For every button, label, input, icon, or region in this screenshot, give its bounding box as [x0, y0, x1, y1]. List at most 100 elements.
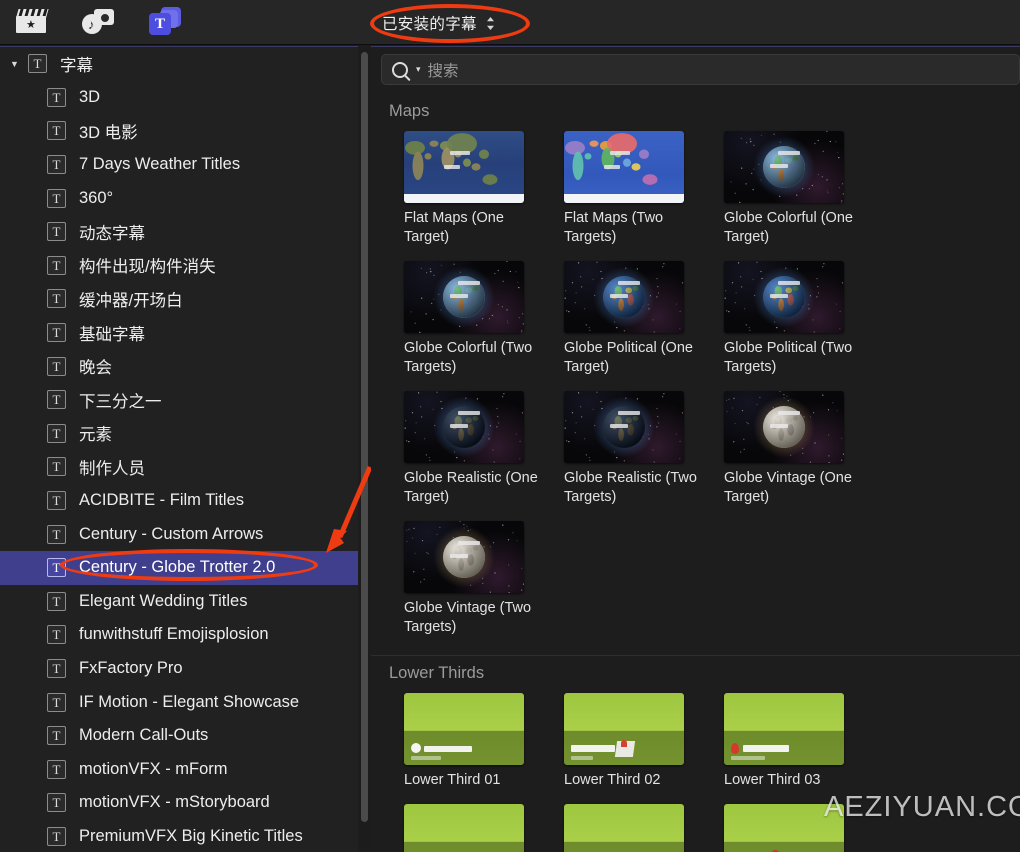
- sidebar-item[interactable]: T FxFactory Pro: [0, 652, 358, 686]
- preset-label: Globe Political (Two Targets): [724, 340, 853, 375]
- sidebar-item[interactable]: T ACIDBITE - Film Titles: [0, 484, 358, 518]
- titles-generators-browser-icon[interactable]: T: [148, 5, 182, 37]
- sidebar-item-label: 下三分之一: [79, 392, 162, 411]
- sidebar-item[interactable]: Tfunwithstuff Emojisplosion: [0, 618, 358, 652]
- fcp-browser-window: ★ ♪ T 已安装的字幕 ▼ T 字幕 T 3D T 3D 电影 T 7 Days Wea…: [0, 0, 1020, 852]
- sidebar-item-label: Century - Globe Trotter 2.0: [79, 558, 276, 577]
- title-icon: T: [47, 87, 66, 107]
- sidebar-item-label: 晚会: [79, 359, 112, 378]
- preset-label: Globe Vintage (Two Targets): [404, 600, 532, 635]
- preset-label: Lower Third 03: [724, 772, 821, 788]
- titles-category-sidebar[interactable]: ▼ T 字幕 T 3D T 3D 电影 T 7 Days Weather Titles T 3…: [0, 46, 358, 852]
- title-icon: T: [47, 692, 66, 712]
- title-icon: T: [47, 826, 66, 846]
- preset-thumbnail[interactable]: [564, 261, 684, 333]
- sidebar-item[interactable]: T 7 Days Weather Titles: [0, 148, 358, 182]
- sidebar-item[interactable]: T Elegant Wedding Titles: [0, 585, 358, 619]
- section-header: Maps: [389, 102, 430, 120]
- sidebar-item[interactable]: T 3D: [0, 81, 358, 115]
- title-preset-item[interactable]: Lower Third 01: [404, 693, 564, 790]
- preset-thumbnail[interactable]: [564, 693, 684, 765]
- title-icon: T: [47, 524, 66, 544]
- sidebar-item[interactable]: T 360°: [0, 181, 358, 215]
- title-icon: T: [47, 591, 66, 611]
- title-preset-item[interactable]: Globe Political (One Target): [564, 261, 724, 377]
- search-field[interactable]: ▾ 搜索: [381, 54, 1020, 85]
- title-preset-item[interactable]: Globe Political (Two Targets): [724, 261, 884, 377]
- sidebar-item-label: motionVFX - mStoryboard: [79, 793, 270, 812]
- preset-thumbnail[interactable]: [724, 693, 844, 765]
- preset-thumbnail[interactable]: [404, 693, 524, 765]
- installed-titles-dropdown[interactable]: 已安装的字幕: [382, 11, 495, 35]
- preset-thumbnail[interactable]: [724, 261, 844, 333]
- preset-thumbnail[interactable]: [404, 261, 524, 333]
- sidebar-item[interactable]: T 动态字幕: [0, 215, 358, 249]
- sidebar-scrollbar[interactable]: [360, 48, 369, 848]
- preset-label: Lower Third 02: [564, 772, 661, 788]
- sidebar-root-titles[interactable]: ▼ T 字幕: [0, 47, 358, 81]
- sidebar-item[interactable]: T Century - Globe Trotter 2.0: [0, 550, 358, 585]
- title-icon: T: [47, 255, 66, 275]
- chevron-down-icon[interactable]: ▾: [416, 64, 421, 75]
- title-preset-item[interactable]: Flat Maps (One Target): [404, 131, 564, 247]
- preset-label: Globe Realistic (Two Targets): [564, 470, 697, 505]
- sidebar-item-label: 3D 电影: [79, 123, 138, 142]
- chevron-up-down-icon: [486, 16, 495, 31]
- preset-thumbnail[interactable]: [724, 131, 844, 203]
- title-preset-item[interactable]: Globe Realistic (Two Targets): [564, 391, 724, 507]
- title-preset-item[interactable]: Globe Colorful (Two Targets): [404, 261, 564, 377]
- sidebar-item[interactable]: T Century - Custom Arrows: [0, 517, 358, 551]
- preset-thumbnail[interactable]: [404, 521, 524, 593]
- preset-label: Globe Realistic (One Target): [404, 470, 538, 505]
- title-icon: T: [47, 491, 66, 511]
- title-preset-item[interactable]: Lower Third 02: [564, 693, 724, 790]
- photos-audio-browser-icon[interactable]: ♪: [81, 5, 115, 37]
- title-preset-item[interactable]: Flat Maps (Two Targets): [564, 131, 724, 247]
- title-preset-item[interactable]: Lower Third 03: [724, 693, 884, 790]
- title-preset-item[interactable]: Lower Third 05: [564, 804, 724, 852]
- preset-thumbnail[interactable]: [564, 391, 684, 463]
- titles-browser-content: ▾ 搜索 Maps Flat Maps (One Target) Flat Maps…: [371, 46, 1020, 852]
- sidebar-item[interactable]: T 3D 电影: [0, 114, 358, 148]
- sidebar-item[interactable]: T 基础字幕: [0, 316, 358, 350]
- disclosure-triangle-icon[interactable]: ▼: [10, 59, 26, 69]
- sidebar-item-label: 缓冲器/开场白: [79, 291, 183, 310]
- sidebar-item[interactable]: T 构件出现/构件消失: [0, 249, 358, 283]
- preset-thumbnail[interactable]: [724, 804, 844, 852]
- search-placeholder: 搜索: [427, 62, 459, 80]
- title-preset-item[interactable]: Globe Realistic (One Target): [404, 391, 564, 507]
- sidebar-item-label: PremiumVFX Big Kinetic Titles: [79, 826, 303, 845]
- title-preset-item[interactable]: Globe Colorful (One Target): [724, 131, 884, 247]
- sidebar-item[interactable]: T PremiumVFX Big Kinetic Titles: [0, 820, 358, 852]
- preset-label: Globe Vintage (One Target): [724, 470, 852, 505]
- preset-thumbnail[interactable]: [404, 804, 524, 852]
- title-preset-item[interactable]: Globe Vintage (One Target): [724, 391, 884, 507]
- sidebar-item[interactable]: T 制作人员: [0, 450, 358, 484]
- preset-thumbnail[interactable]: [404, 131, 524, 203]
- section-grid: Flat Maps (One Target) Flat Maps (Two Tar…: [371, 131, 1020, 651]
- video-clip-browser-icon[interactable]: ★: [14, 5, 49, 37]
- sidebar-item[interactable]: TmotionVFX - mStoryboard: [0, 786, 358, 820]
- titles-scroll-area[interactable]: Maps Flat Maps (One Target) Flat Maps (Two…: [371, 94, 1020, 852]
- preset-thumbnail[interactable]: [404, 391, 524, 463]
- title-preset-item[interactable]: Lower Third 04: [404, 804, 564, 852]
- preset-thumbnail[interactable]: [564, 131, 684, 203]
- title-icon: T: [47, 121, 66, 141]
- sidebar-item-label: 360°: [79, 188, 114, 207]
- title-icon: T: [47, 457, 66, 477]
- title-icon: T: [47, 726, 66, 746]
- section-header: Lower Thirds: [389, 664, 485, 682]
- preset-label: Flat Maps (One Target): [404, 210, 504, 245]
- title-preset-item[interactable]: Globe Vintage (Two Targets): [404, 521, 564, 637]
- sidebar-item[interactable]: T 元素: [0, 417, 358, 451]
- sidebar-item[interactable]: T 缓冲器/开场白: [0, 282, 358, 316]
- preset-thumbnail[interactable]: [564, 804, 684, 852]
- sidebar-item[interactable]: T Modern Call-Outs: [0, 719, 358, 753]
- sidebar-item-label: IF Motion - Elegant Showcase: [79, 692, 300, 711]
- sidebar-item[interactable]: T 晚会: [0, 349, 358, 383]
- sidebar-item[interactable]: T IF Motion - Elegant Showcase: [0, 685, 358, 719]
- sidebar-item[interactable]: T 下三分之一: [0, 383, 358, 417]
- sidebar-item[interactable]: TmotionVFX - mForm: [0, 752, 358, 786]
- preset-thumbnail[interactable]: [724, 391, 844, 463]
- title-preset-item[interactable]: Lower Third 06: [724, 804, 884, 852]
